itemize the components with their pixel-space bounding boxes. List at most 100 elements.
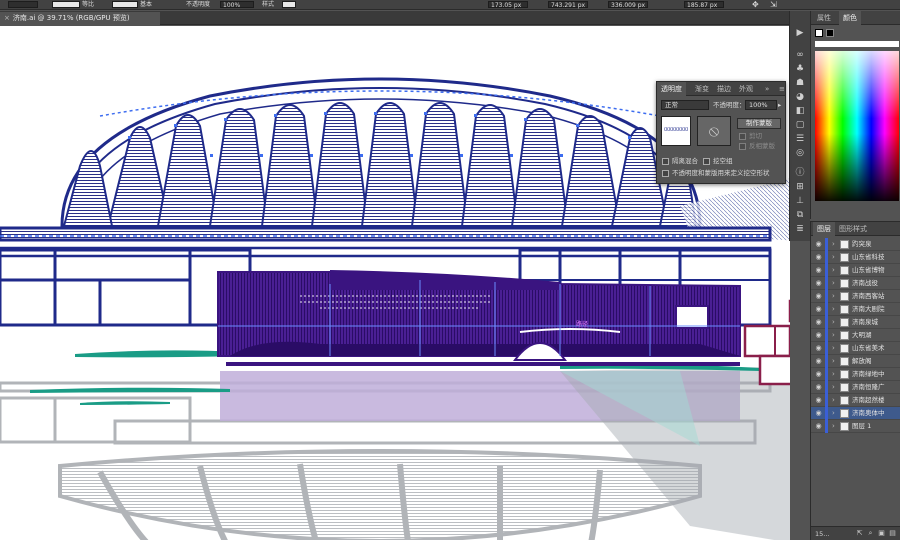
isolate-blending-checkbox[interactable] bbox=[662, 158, 669, 165]
visibility-eye-icon[interactable]: ◉ bbox=[814, 292, 823, 301]
symbol-icon[interactable]: ☗ bbox=[794, 77, 806, 89]
panel-icon-strip: ▶ ∞ ♣ ☗ ◕ ◧ ▢ ☰ ◎ ⓘ ⊞ ⊥ ⧉ ≣ bbox=[789, 11, 810, 241]
tab-graphic-styles[interactable]: 图形样式 bbox=[835, 222, 871, 236]
opacity-field[interactable]: 100% bbox=[220, 1, 254, 9]
tab-appearance[interactable]: 外观 bbox=[735, 82, 757, 96]
style-swatch[interactable] bbox=[282, 1, 296, 8]
fill-swatch[interactable] bbox=[815, 29, 823, 37]
invert-mask-checkbox[interactable] bbox=[739, 143, 746, 150]
panel-menu-icon[interactable]: ≡ bbox=[775, 82, 789, 96]
layer-row[interactable]: ◉ › 山东省科技 bbox=[811, 251, 900, 264]
tab-color[interactable]: 颜色 bbox=[839, 11, 861, 25]
layer-row[interactable]: ◉ › 济南战役 bbox=[811, 277, 900, 290]
visibility-eye-icon[interactable]: ◉ bbox=[814, 370, 823, 379]
layer-row[interactable]: ◉ › 济南超然楼 bbox=[811, 394, 900, 407]
layer-row[interactable]: ◉ › 解放阁 bbox=[811, 355, 900, 368]
expand-arrow-icon[interactable]: › bbox=[832, 368, 835, 381]
visibility-eye-icon[interactable]: ◉ bbox=[814, 383, 823, 392]
visibility-eye-icon[interactable]: ◉ bbox=[814, 331, 823, 340]
layers-icon[interactable]: ≣ bbox=[794, 223, 806, 235]
tab-stroke[interactable]: 描边 bbox=[713, 82, 735, 96]
brush-preview[interactable] bbox=[112, 1, 138, 8]
expand-arrow-icon[interactable]: › bbox=[832, 420, 835, 433]
tab-layers[interactable]: 图层 bbox=[813, 222, 835, 236]
expand-arrow-icon[interactable]: › bbox=[832, 394, 835, 407]
play-icon[interactable]: ▶ bbox=[794, 27, 806, 39]
layer-row[interactable]: ◉ › 济南恒隆广 bbox=[811, 381, 900, 394]
w-field[interactable]: 336.009 px bbox=[608, 1, 648, 9]
layer-row[interactable]: ◉ › 大明湖 bbox=[811, 329, 900, 342]
expand-arrow-icon[interactable]: › bbox=[832, 342, 835, 355]
expand-arrow-icon[interactable]: › bbox=[832, 303, 835, 316]
color-wheel-icon[interactable]: ◕ bbox=[794, 91, 806, 103]
expand-arrow-icon[interactable]: › bbox=[832, 264, 835, 277]
export-icon[interactable]: ⇱ bbox=[855, 529, 864, 538]
transform-panel-icon[interactable]: ⊞ bbox=[794, 181, 806, 193]
expand-arrow-icon[interactable]: › bbox=[832, 407, 835, 420]
arrange-icon[interactable]: ⇲ bbox=[770, 0, 777, 9]
close-tab-icon[interactable]: × bbox=[4, 14, 10, 22]
stroke-weight-field[interactable] bbox=[8, 1, 38, 8]
stroke-panel-icon[interactable]: ◧ bbox=[794, 105, 806, 117]
visibility-eye-icon[interactable]: ◉ bbox=[814, 240, 823, 249]
layer-row[interactable]: ◉ › 济南绿地中 bbox=[811, 368, 900, 381]
blend-mode-select[interactable]: 正常 bbox=[661, 100, 709, 110]
expand-arrow-icon[interactable]: › bbox=[832, 277, 835, 290]
pathfinder-icon[interactable]: ⧉ bbox=[794, 209, 806, 221]
opacity-dropdown-icon[interactable]: ▸ bbox=[778, 101, 781, 110]
visibility-eye-icon[interactable]: ◉ bbox=[814, 253, 823, 262]
appearance-icon[interactable]: ☰ bbox=[794, 133, 806, 145]
expand-arrow-icon[interactable]: › bbox=[832, 329, 835, 342]
expand-arrow-icon[interactable]: › bbox=[832, 381, 835, 394]
tab-gradient[interactable]: 渐变 bbox=[691, 82, 713, 96]
visibility-eye-icon[interactable]: ◉ bbox=[814, 279, 823, 288]
x-field[interactable]: 173.05 px bbox=[488, 1, 528, 9]
visibility-eye-icon[interactable]: ◉ bbox=[814, 357, 823, 366]
white-swatch[interactable] bbox=[815, 41, 899, 47]
link-icon[interactable]: ∞ bbox=[794, 49, 806, 61]
visibility-eye-icon[interactable]: ◉ bbox=[814, 344, 823, 353]
graphic-styles-icon[interactable]: ◎ bbox=[794, 147, 806, 159]
layer-row[interactable]: ◉ › 济南泉城 bbox=[811, 316, 900, 329]
expand-arrow-icon[interactable]: › bbox=[832, 238, 835, 251]
expand-arrow-icon[interactable]: › bbox=[832, 251, 835, 264]
expand-arrow-icon[interactable]: › bbox=[832, 355, 835, 368]
locate-object-icon[interactable]: ⌕ bbox=[866, 529, 875, 538]
layer-row[interactable]: ◉ › 济南奥体中 bbox=[811, 407, 900, 420]
visibility-eye-icon[interactable]: ◉ bbox=[814, 318, 823, 327]
document-tab[interactable]: × 济南.ai @ 39.71% (RGB/GPU 预览) bbox=[0, 12, 160, 25]
delete-layer-icon[interactable]: ▤ bbox=[888, 529, 897, 538]
color-spectrum[interactable] bbox=[815, 51, 899, 201]
visibility-eye-icon[interactable]: ◉ bbox=[814, 409, 823, 418]
opacity-mask-define-checkbox[interactable] bbox=[662, 170, 669, 177]
new-sublayer-icon[interactable]: ▣ bbox=[877, 529, 886, 538]
tab-properties[interactable]: 属性 bbox=[813, 11, 835, 25]
h-field[interactable]: 185.87 px bbox=[684, 1, 724, 9]
expand-arrow-icon[interactable]: › bbox=[832, 316, 835, 329]
layer-row[interactable]: ◉ › 趵突泉 bbox=[811, 238, 900, 251]
transform-icon[interactable]: ✥ bbox=[752, 0, 759, 9]
knockout-group-checkbox[interactable] bbox=[703, 158, 710, 165]
clip-checkbox[interactable] bbox=[739, 133, 746, 140]
visibility-eye-icon[interactable]: ◉ bbox=[814, 266, 823, 275]
layer-row[interactable]: ◉ › 山东省美术 bbox=[811, 342, 900, 355]
visibility-eye-icon[interactable]: ◉ bbox=[814, 305, 823, 314]
panel-overflow-icon[interactable]: » bbox=[761, 82, 773, 96]
tab-transparency[interactable]: 透明度 bbox=[657, 82, 686, 96]
align-icon[interactable]: ⊥ bbox=[794, 195, 806, 207]
transparency-icon[interactable]: ▢ bbox=[794, 119, 806, 131]
layer-row[interactable]: ◉ › 济南西客站 bbox=[811, 290, 900, 303]
info-icon[interactable]: ⓘ bbox=[794, 167, 806, 179]
y-field[interactable]: 743.291 px bbox=[548, 1, 588, 9]
make-mask-button[interactable]: 制作蒙版 bbox=[737, 118, 781, 129]
stroke-swatch[interactable] bbox=[826, 29, 834, 37]
visibility-eye-icon[interactable]: ◉ bbox=[814, 396, 823, 405]
brush-icon[interactable]: ♣ bbox=[794, 63, 806, 75]
opacity-input[interactable]: 100% bbox=[745, 100, 777, 110]
layer-row[interactable]: ◉ › 山东省博物 bbox=[811, 264, 900, 277]
visibility-eye-icon[interactable]: ◉ bbox=[814, 422, 823, 431]
stroke-profile-preview[interactable] bbox=[52, 1, 80, 8]
layer-row[interactable]: ◉ › 图层 1 bbox=[811, 420, 900, 433]
layer-row[interactable]: ◉ › 济南大剧院 bbox=[811, 303, 900, 316]
expand-arrow-icon[interactable]: › bbox=[832, 290, 835, 303]
